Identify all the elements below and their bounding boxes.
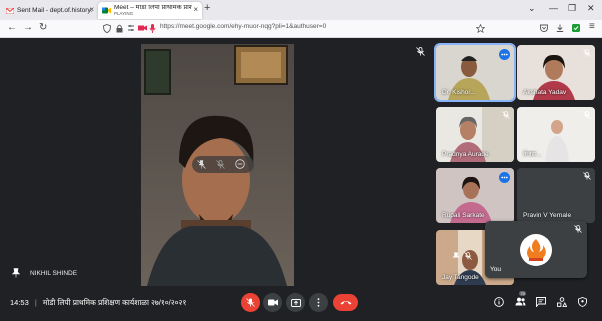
tab-subtitle: PLAYING	[114, 10, 134, 16]
microphone-toggle-button[interactable]	[241, 293, 260, 312]
more-options-button[interactable]	[309, 293, 328, 312]
meeting-time: 14:53	[10, 298, 29, 307]
close-window-icon[interactable]: ✕	[587, 3, 595, 14]
close-icon[interactable]: ×	[89, 5, 94, 14]
mic-off-icon	[246, 298, 255, 307]
participant-name: Akshata Yadav	[523, 89, 567, 96]
url-bar[interactable]: https://meet.google.com/ehy-muor-nqg?pli…	[160, 23, 326, 30]
participant-name: Pradnya Aurade	[442, 151, 489, 158]
lock-icon[interactable]	[116, 24, 123, 33]
avatar	[520, 234, 552, 266]
menu-icon[interactable]: ≡	[589, 21, 595, 32]
speaking-indicator-icon	[499, 172, 510, 183]
participant-tile[interactable]: Pradnya Aurade	[436, 107, 514, 162]
phone-hangup-icon	[340, 300, 352, 305]
participant-tile[interactable]: Dr. Kishor...	[434, 43, 516, 102]
mute-participant-icon[interactable]	[216, 160, 225, 169]
speaker-name: NIKHIL SHINDE	[30, 270, 78, 277]
activities-icon[interactable]	[557, 297, 567, 307]
muted-icon	[583, 49, 591, 57]
participant-name: Pravin V Yernale	[523, 212, 572, 219]
meet-icon	[102, 7, 111, 14]
downloads-icon[interactable]	[556, 24, 564, 32]
tab-sent-mail[interactable]: Sent Mail - dept.of.history.rsmt ×	[2, 2, 98, 19]
participants-icon[interactable]	[515, 297, 526, 306]
muted-icon	[574, 225, 582, 233]
participant-name: Dr. Kishor...	[442, 89, 476, 96]
participant-tile[interactable]: तेजस...	[517, 107, 595, 162]
meeting-title: मोडी लिपी प्राथमिक प्रशिक्षण कार्यशाळा २…	[42, 298, 187, 307]
camera-icon	[267, 299, 278, 306]
browser-tab-bar: Sent Mail - dept.of.history.rsmt × Meet …	[0, 0, 602, 20]
more-vert-icon	[317, 298, 320, 307]
participant-tile[interactable]: Pravin V Yernale	[517, 168, 595, 223]
pocket-icon[interactable]	[540, 24, 548, 32]
participant-name: Rupali Sarkate	[442, 212, 485, 219]
tab-list-icon[interactable]: ⌄	[528, 3, 536, 14]
close-icon[interactable]: ×	[193, 5, 198, 14]
leave-call-button[interactable]	[333, 294, 358, 311]
pin-icon[interactable]	[452, 252, 460, 261]
maximize-icon[interactable]: ❐	[568, 3, 576, 14]
camera-toggle-button[interactable]	[263, 293, 282, 312]
pin-icon[interactable]	[197, 160, 206, 169]
participant-name: Jay Tangode	[442, 274, 479, 281]
navigation-bar: ← → ↻ https://meet.google.com/ehy-muor-n…	[0, 20, 602, 38]
muted-icon	[502, 111, 510, 119]
muted-icon	[583, 172, 591, 180]
gmail-icon	[6, 7, 14, 14]
muted-icon	[583, 111, 591, 119]
participant-tile[interactable]: Rupali Sarkate	[436, 168, 514, 223]
tab-meet[interactable]: Meet – मोडी लिपी प्राथमिक प्रशिक्षण PLAY…	[98, 2, 202, 19]
bookmark-star-icon[interactable]	[476, 24, 485, 33]
shield-icon[interactable]	[103, 24, 111, 33]
meeting-info: 14:53 | मोडी लिपी प्राथमिक प्रशिक्षण कार…	[10, 298, 186, 308]
present-screen-button[interactable]	[286, 293, 305, 312]
host-controls-icon[interactable]	[578, 297, 587, 307]
tab-title: Sent Mail - dept.of.history.rsmt	[17, 7, 92, 14]
speaker-muted-icon	[416, 47, 425, 56]
back-icon[interactable]: ←	[7, 22, 17, 33]
reload-icon[interactable]: ↻	[39, 22, 47, 33]
self-view-tile[interactable]: You	[485, 221, 587, 278]
minimize-icon[interactable]: —	[549, 3, 558, 13]
meeting-details-icon[interactable]	[494, 297, 504, 307]
participant-count-badge: 70	[519, 291, 527, 296]
self-label: You	[490, 266, 501, 273]
participant-name: तेजस...	[523, 151, 542, 158]
pinned-icon	[12, 268, 20, 278]
new-tab-button[interactable]: +	[204, 2, 210, 14]
separator: |	[34, 298, 37, 307]
permissions-icon[interactable]	[127, 24, 135, 32]
speaking-indicator-icon	[499, 49, 510, 60]
forward-icon[interactable]: →	[23, 22, 33, 33]
mute-participant-icon[interactable]	[464, 252, 472, 260]
participant-tile[interactable]: Akshata Yadav	[517, 45, 595, 100]
microphone-indicator-icon[interactable]	[149, 24, 156, 33]
tile-overlay-controls	[192, 156, 254, 173]
tab-title: Meet – मोडी लिपी प्राथमिक प्रशिक्षण	[114, 4, 192, 11]
extension-icon[interactable]	[572, 24, 580, 32]
remove-participant-icon[interactable]	[235, 159, 245, 169]
present-icon	[290, 298, 301, 307]
camera-indicator-icon[interactable]	[138, 24, 147, 32]
chat-icon[interactable]	[536, 297, 546, 307]
